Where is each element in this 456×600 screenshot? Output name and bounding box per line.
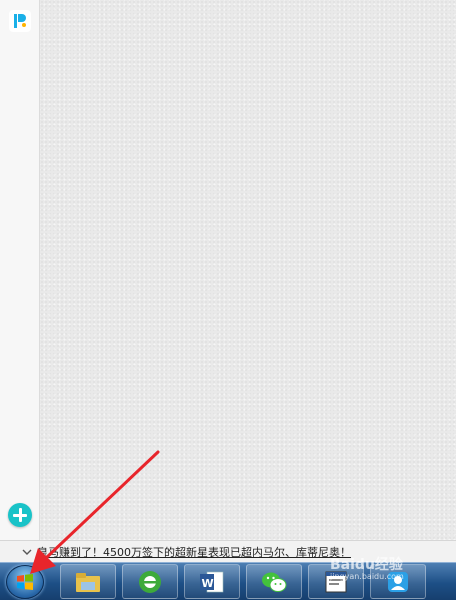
taskbar-item-file-explorer[interactable] (60, 564, 116, 599)
file-explorer-icon (76, 573, 100, 592)
wechat-icon (262, 572, 287, 592)
add-button[interactable] (8, 503, 32, 527)
taskbar-item-wechat[interactable] (246, 564, 302, 599)
taskbar-item-word[interactable]: W (184, 564, 240, 599)
watermark-logo: Baidu经验 (330, 557, 403, 573)
browser-icon (139, 571, 161, 593)
main-content-area (40, 0, 456, 540)
word-icon: W (200, 571, 224, 593)
ticker-headline[interactable]: 皇马赚到了！4500万签下的超新星表现已超内马尔、库蒂尼奥！ (37, 544, 351, 560)
app-sidebar (0, 0, 40, 540)
start-button[interactable] (6, 565, 44, 599)
windows-logo-icon (17, 574, 33, 590)
svg-text:W: W (202, 577, 214, 590)
chevron-down-icon[interactable] (22, 547, 32, 557)
watermark-url: jingyan.baidu.com (330, 572, 404, 581)
app-logo-icon[interactable] (9, 10, 31, 32)
taskbar-item-browser[interactable] (122, 564, 178, 599)
